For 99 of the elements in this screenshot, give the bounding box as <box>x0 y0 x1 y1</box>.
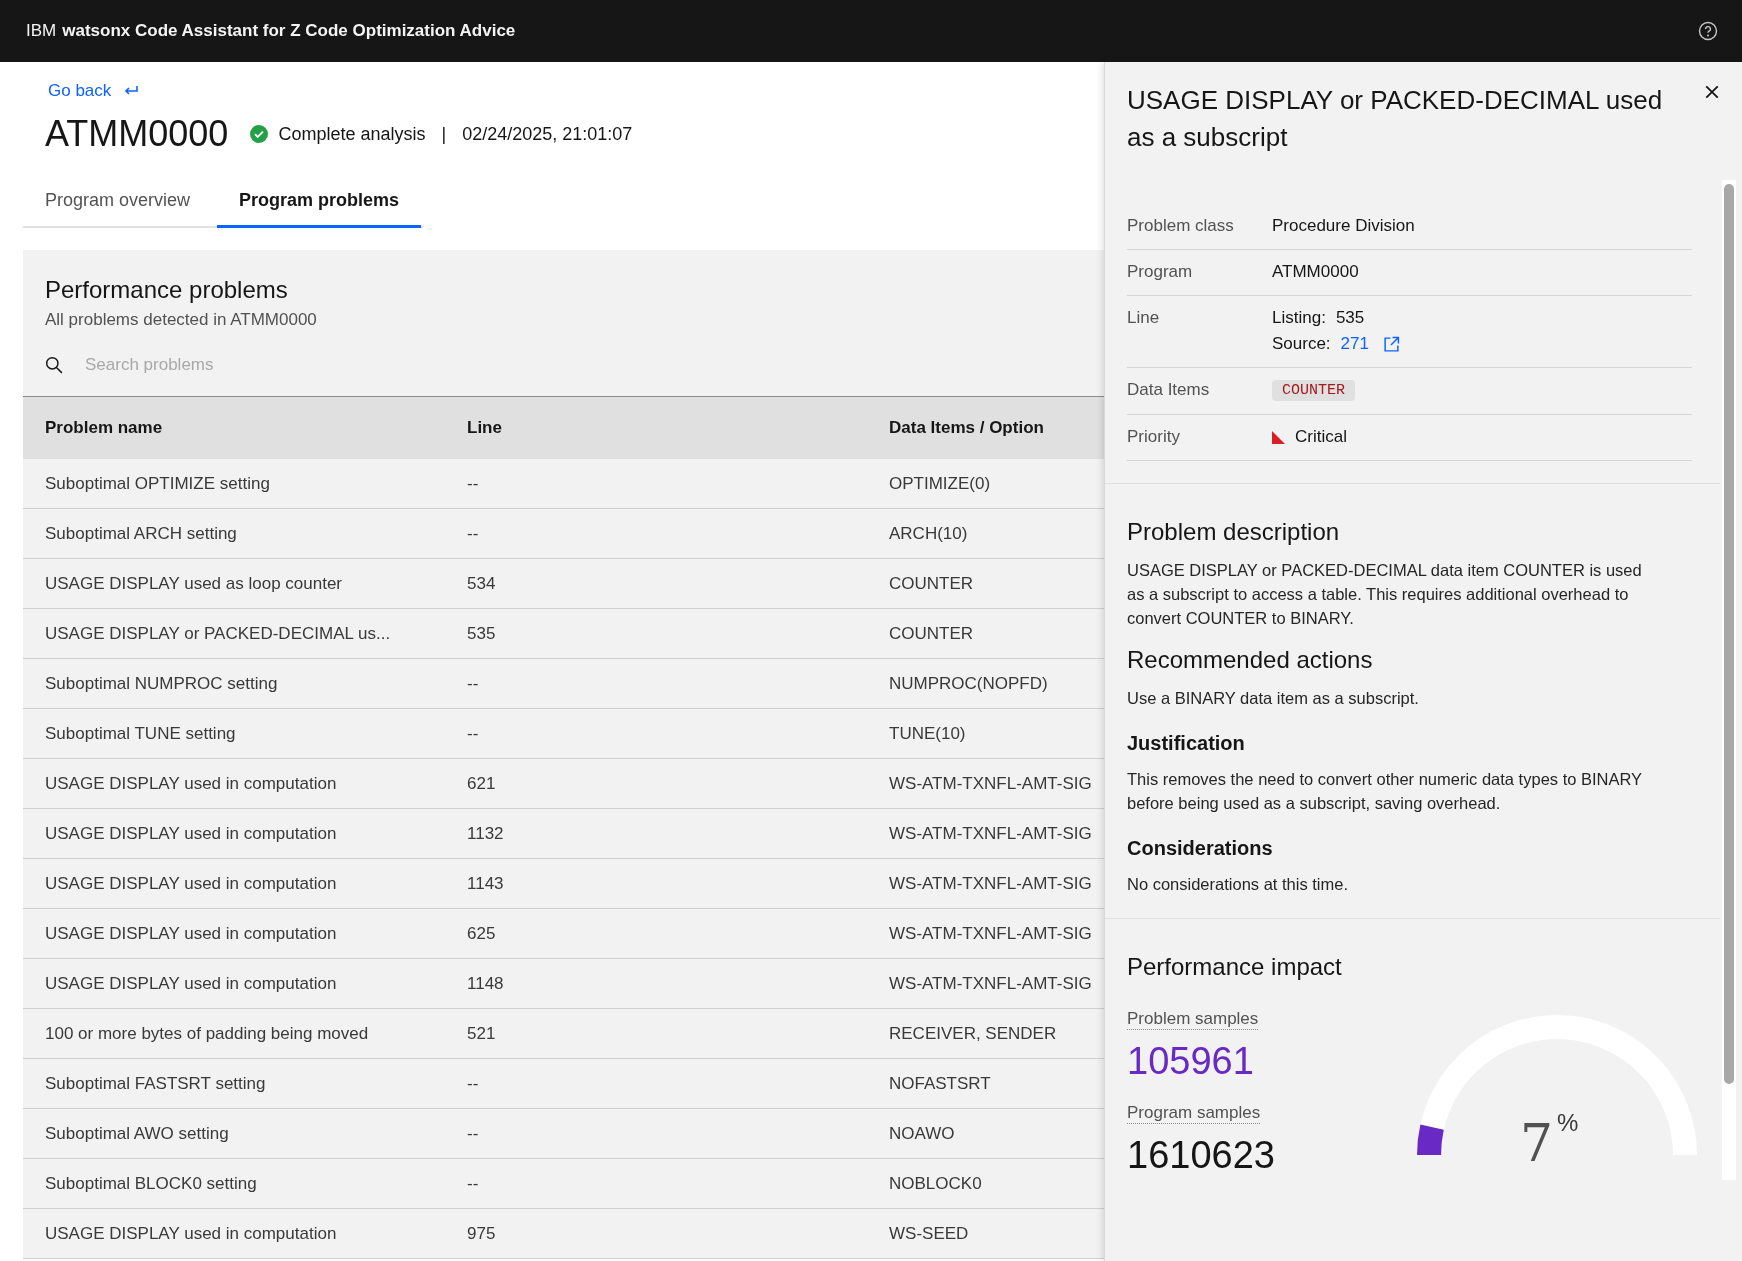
table-cell-text: WS-ATM-TXNFL-AMT-SIG <box>888 823 1093 844</box>
separator: | <box>441 123 447 145</box>
samples-label: Problem samples <box>1127 1009 1259 1030</box>
program-title: ATMM0000 <box>45 113 229 155</box>
table-cell-text: 100 or more bytes of padding being moved <box>44 1023 370 1044</box>
table-cell-text: USAGE DISPLAY used in computation <box>44 1223 338 1244</box>
listing-line: 535 <box>1335 308 1365 328</box>
table-cell-text: Suboptimal FASTSRT setting <box>44 1073 267 1094</box>
go-back-link[interactable]: Go back <box>48 81 112 101</box>
field-label: Priority <box>1127 427 1181 447</box>
program-samples-value: 1610623 <box>1127 1134 1275 1177</box>
table-cell-text: Suboptimal ARCH setting <box>44 523 238 544</box>
table-cell-text: RECEIVER, SENDER <box>888 1023 1058 1044</box>
table-cell-text: USAGE DISPLAY used in computation <box>44 773 338 794</box>
table-cell-text: USAGE DISPLAY used in computation <box>44 823 338 844</box>
close-icon[interactable] <box>1704 84 1720 100</box>
table-cell-text: OPTIMIZE(0) <box>888 473 992 494</box>
column-header[interactable]: Problem name <box>23 418 445 438</box>
section-heading: Performance impact <box>1127 953 1343 981</box>
table-cell-text: USAGE DISPLAY used as loop counter <box>44 573 344 594</box>
help-icon[interactable] <box>1698 21 1718 41</box>
table-cell-text: COUNTER <box>888 573 975 594</box>
table-cell-text: USAGE DISPLAY used in computation <box>44 923 338 944</box>
table-cell-text: Suboptimal AWO setting <box>44 1123 230 1144</box>
timestamp: 02/24/2025, 21:01:07 <box>462 123 633 145</box>
data-item-tag: COUNTER <box>1272 380 1355 401</box>
brand-name: IBM <box>26 21 57 41</box>
section-heading: Recommended actions <box>1127 646 1374 674</box>
table-cell-text: WS-ATM-TXNFL-AMT-SIG <box>888 973 1093 994</box>
table-cell-text: 534 <box>466 573 497 594</box>
problem-samples-value: 105961 <box>1127 1040 1255 1083</box>
app-title: watsonx Code Assistant for Z Code Optimization Advice <box>62 21 516 41</box>
search-icon <box>45 356 63 374</box>
table-cell-text: USAGE DISPLAY or PACKED-DECIMAL us... <box>44 623 392 644</box>
column-header[interactable]: Line <box>445 418 867 438</box>
table-cell-text: COUNTER <box>888 623 975 644</box>
section-heading: Problem description <box>1127 518 1341 546</box>
table-cell-text: -- <box>466 1173 480 1194</box>
table-cell-text: WS-ATM-TXNFL-AMT-SIG <box>888 923 1093 944</box>
table-cell-text: -- <box>466 723 480 744</box>
section-text: No considerations at this time. <box>1127 874 1350 895</box>
table-cell-text: -- <box>466 473 480 494</box>
samples-label: Program samples <box>1127 1103 1261 1124</box>
table-cell-text: NUMPROC(NOPFD) <box>888 673 1049 694</box>
table-cell-text: USAGE DISPLAY used in computation <box>44 973 338 994</box>
scrollbar[interactable] <box>1722 180 1736 1180</box>
panel-title: USAGE DISPLAY or PACKED-DECIMAL used as a subscript <box>1127 84 1664 154</box>
table-cell-text: 625 <box>466 923 497 944</box>
external-link-icon[interactable] <box>1382 335 1400 353</box>
table-cell-text: WS-ATM-TXNFL-AMT-SIG <box>888 773 1093 794</box>
field-label: Program <box>1127 262 1194 282</box>
table-cell-text: -- <box>466 1123 480 1144</box>
field-label: Line <box>1127 308 1161 329</box>
section-heading: Justification <box>1127 732 1246 755</box>
table-cell-text: 621 <box>466 773 497 794</box>
gauge-unit: % <box>1557 1109 1579 1136</box>
gauge-value: 7 <box>1519 1113 1553 1173</box>
table-cell-text: 1143 <box>466 873 505 894</box>
status-label: Complete analysis <box>278 123 426 145</box>
table-cell-text: 1132 <box>466 823 505 844</box>
listing-label: Listing: <box>1272 308 1326 328</box>
field-label: Data Items <box>1127 380 1211 401</box>
check-circle-icon <box>250 125 269 143</box>
field-label: Problem class <box>1127 216 1235 236</box>
table-cell-text: 975 <box>466 1223 497 1244</box>
table-cell-text: 1148 <box>466 973 505 994</box>
table-cell-text: WS-SEED <box>888 1223 970 1244</box>
search-field[interactable]: Search problems <box>85 351 1082 379</box>
table-cell-text: ARCH(10) <box>888 523 969 544</box>
table-cell-text: NOAWO <box>888 1123 956 1144</box>
table-cell-text: -- <box>466 673 480 694</box>
section-heading: Considerations <box>1127 837 1274 860</box>
table-cell-text: -- <box>466 1073 480 1094</box>
source-line-link[interactable]: 271 <box>1340 334 1369 354</box>
table-cell-text: WS-ATM-TXNFL-AMT-SIG <box>888 873 1093 894</box>
table-cell-text: Suboptimal OPTIMIZE setting <box>44 473 271 494</box>
table-cell-text: Suboptimal NUMPROC setting <box>44 673 279 694</box>
table-cell-text: NOFASTSRT <box>888 1073 992 1094</box>
field-value: ATMM0000 <box>1272 262 1359 282</box>
tab[interactable]: Program problems <box>217 190 422 228</box>
section-subtitle: All problems detected in ATMM0000 <box>44 309 318 330</box>
source-label: Source: <box>1272 334 1331 354</box>
table-cell-text: USAGE DISPLAY used in computation <box>44 873 338 894</box>
table-cell-text: 521 <box>466 1023 497 1044</box>
tab[interactable]: Program overview <box>23 190 217 228</box>
section-text: Use a BINARY data item as a subscript. <box>1127 688 1420 709</box>
section-text: USAGE DISPLAY or PACKED-DECIMAL data item COUNTER is used as a subscript to access a table. This requires additional overhead to convert COUNTER to BINARY. <box>1127 560 1642 629</box>
field-value: Procedure Division <box>1272 216 1415 236</box>
table-cell-text: NOBLOCK0 <box>888 1173 983 1194</box>
table-cell-text: -- <box>466 523 480 544</box>
column-header[interactable]: Data Items / Option <box>867 418 1104 438</box>
table-cell-text: Suboptimal TUNE setting <box>44 723 237 744</box>
table-cell-text: 535 <box>466 623 497 644</box>
section-text: This removes the need to convert other numeric data types to BINARY before being used as a subscript, saving overhead. <box>1127 769 1642 814</box>
section-title: Performance problems <box>44 275 289 304</box>
priority-icon <box>1272 430 1285 444</box>
table-cell-text: Suboptimal BLOCK0 setting <box>44 1173 258 1194</box>
table-cell-text: TUNE(10) <box>888 723 967 744</box>
priority-value: Critical <box>1295 427 1347 447</box>
